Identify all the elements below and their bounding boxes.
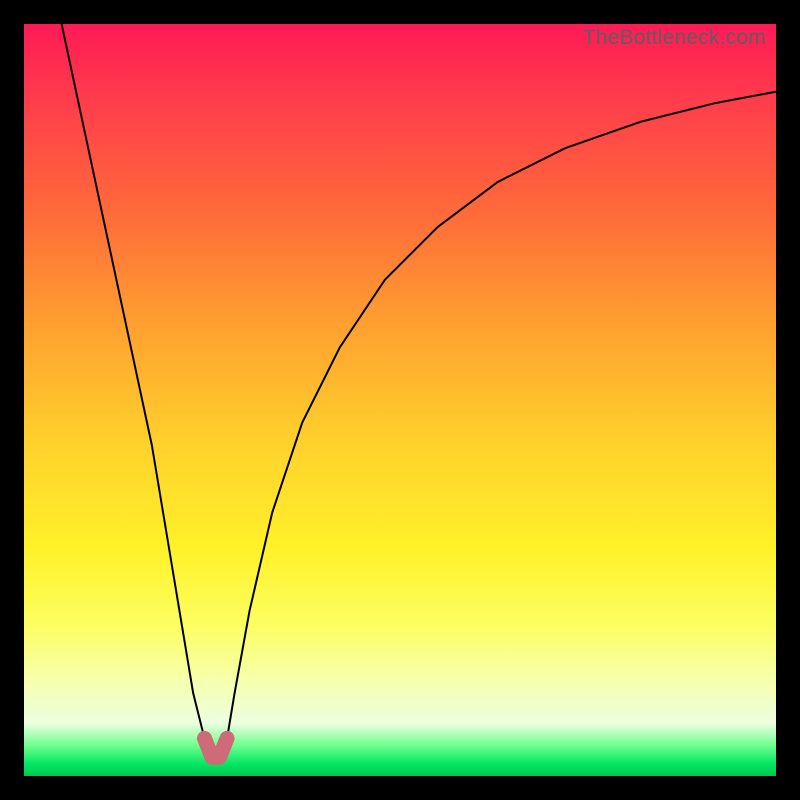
bottleneck-curve xyxy=(62,24,776,757)
highlight-minimum xyxy=(204,738,227,757)
curve-svg xyxy=(24,24,776,776)
watermark-text: TheBottleneck.com xyxy=(583,26,766,50)
chart-frame: TheBottleneck.com xyxy=(24,24,776,776)
